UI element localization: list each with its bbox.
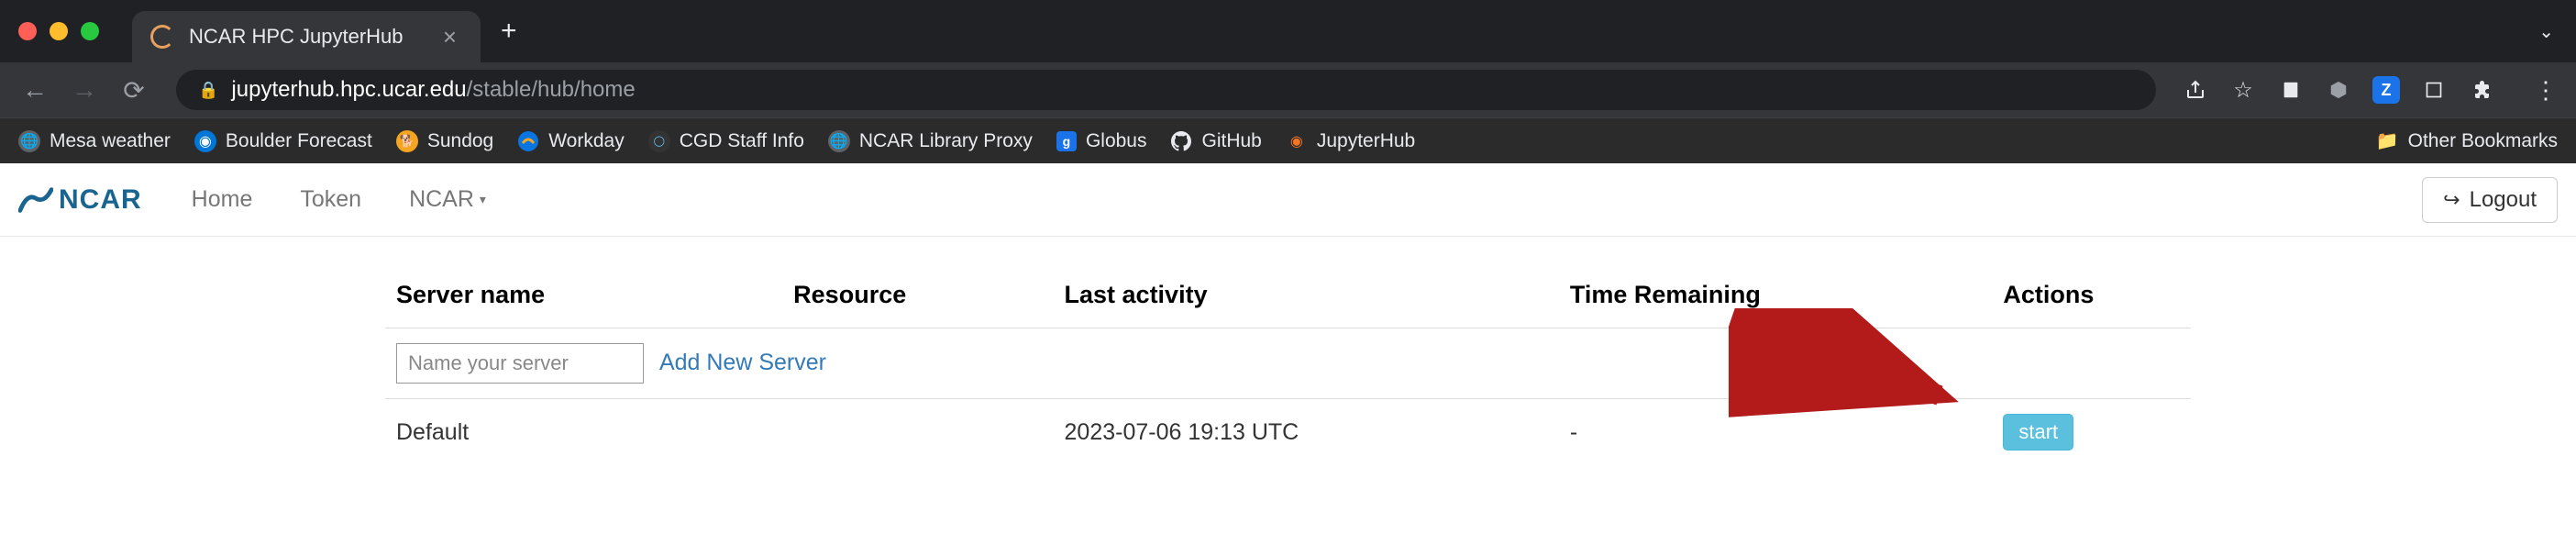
bookmark-cgd-staff[interactable]: ◯ CGD Staff Info xyxy=(648,130,804,152)
table-row: Default 2023-07-06 19:13 UTC - start xyxy=(385,399,2191,466)
tabs-dropdown-icon[interactable]: ⌄ xyxy=(2538,20,2554,43)
cell-actions: start xyxy=(1992,399,2191,466)
tab-favicon-icon xyxy=(150,25,174,49)
window-minimize-button[interactable] xyxy=(50,22,68,40)
window-maximize-button[interactable] xyxy=(81,22,99,40)
bookmark-boulder-forecast[interactable]: ◉ Boulder Forecast xyxy=(194,130,372,152)
zoom-extension-icon[interactable]: Z xyxy=(2372,76,2400,104)
nav-back-button[interactable]: ← xyxy=(18,75,51,105)
bookmark-sundog[interactable]: 🐕 Sundog xyxy=(396,130,493,152)
extension-square-icon[interactable] xyxy=(2420,76,2448,104)
extension-page-icon[interactable] xyxy=(2277,76,2305,104)
bookmark-label: Boulder Forecast xyxy=(226,130,372,152)
browser-tab-strip: NCAR HPC JupyterHub × + ⌄ xyxy=(0,0,2576,62)
bookmark-jupyterhub[interactable]: ◉ JupyterHub xyxy=(1286,130,1415,152)
nav-token-link[interactable]: Token xyxy=(276,186,385,213)
url-path: /stable/hub/home xyxy=(467,77,636,103)
sundog-icon: 🐕 xyxy=(396,130,418,152)
bookmark-mesa-weather[interactable]: 🌐 Mesa weather xyxy=(18,130,171,152)
new-server-row: Add New Server xyxy=(385,328,2191,399)
bookmarks-bar: 🌐 Mesa weather ◉ Boulder Forecast 🐕 Sund… xyxy=(0,117,2576,163)
bookmark-label: JupyterHub xyxy=(1317,130,1415,152)
cgd-icon: ◯ xyxy=(648,130,670,152)
folder-icon: 📁 xyxy=(2376,129,2399,152)
start-button[interactable]: start xyxy=(2003,414,2073,451)
bookmark-label: CGD Staff Info xyxy=(680,130,804,152)
nav-forward-button[interactable]: → xyxy=(68,75,101,105)
bookmark-label: GitHub xyxy=(1201,130,1261,152)
nav-home-link[interactable]: Home xyxy=(168,186,277,213)
header-time-remaining: Time Remaining xyxy=(1559,264,1993,328)
header-server-name: Server name xyxy=(385,264,782,328)
browser-tab-active[interactable]: NCAR HPC JupyterHub × xyxy=(132,11,481,62)
globus-icon: g xyxy=(1056,131,1077,151)
ncar-logo[interactable]: NCAR xyxy=(18,184,142,216)
bookmark-workday[interactable]: Workday xyxy=(517,130,624,152)
noaa-icon: ◉ xyxy=(194,130,216,152)
bookmark-label: NCAR Library Proxy xyxy=(859,130,1033,152)
jupyter-icon: ◉ xyxy=(1286,130,1308,152)
nav-reload-button[interactable]: ⟳ xyxy=(117,75,150,106)
lock-icon: 🔒 xyxy=(198,81,218,100)
caret-down-icon: ▾ xyxy=(480,192,486,207)
share-icon[interactable] xyxy=(2182,76,2209,104)
window-close-button[interactable] xyxy=(18,22,37,40)
new-tab-button[interactable]: + xyxy=(501,16,517,47)
logo-text: NCAR xyxy=(59,184,142,216)
bookmark-github[interactable]: GitHub xyxy=(1170,130,1261,152)
main-content: Server name Resource Last activity Time … xyxy=(0,237,2576,502)
other-bookmarks-button[interactable]: 📁 Other Bookmarks xyxy=(2376,129,2558,152)
jupyterhub-navbar: NCAR Home Token NCAR ▾ ↪ Logout xyxy=(0,163,2576,237)
header-resource: Resource xyxy=(782,264,1053,328)
cell-resource xyxy=(782,399,1053,466)
bookmark-label: Globus xyxy=(1086,130,1147,152)
ncar-swoosh-icon xyxy=(18,185,53,215)
add-new-server-link[interactable]: Add New Server xyxy=(659,350,826,375)
nav-ncar-dropdown[interactable]: NCAR ▾ xyxy=(385,186,510,213)
extension-cube-icon[interactable] xyxy=(2325,76,2352,104)
globe-icon: 🌐 xyxy=(828,130,850,152)
github-icon xyxy=(1170,130,1192,152)
bookmark-ncar-library[interactable]: 🌐 NCAR Library Proxy xyxy=(828,130,1033,152)
other-bookmarks-label: Other Bookmarks xyxy=(2408,130,2558,152)
bookmark-globus[interactable]: g Globus xyxy=(1056,130,1147,152)
tab-title: NCAR HPC JupyterHub xyxy=(189,25,428,49)
url-input[interactable]: 🔒 jupyterhub.hpc.ucar.edu/stable/hub/hom… xyxy=(176,70,2156,110)
bookmark-star-icon[interactable]: ☆ xyxy=(2229,76,2257,104)
globe-icon: 🌐 xyxy=(18,130,40,152)
header-last-activity: Last activity xyxy=(1054,264,1559,328)
browser-menu-icon[interactable]: ⋮ xyxy=(2534,76,2558,105)
logout-button[interactable]: ↪ Logout xyxy=(2422,177,2558,223)
browser-address-bar: ← → ⟳ 🔒 jupyterhub.hpc.ucar.edu/stable/h… xyxy=(0,62,2576,117)
cell-last-activity: 2023-07-06 19:13 UTC xyxy=(1054,399,1559,466)
server-table: Server name Resource Last activity Time … xyxy=(385,264,2191,465)
workday-icon xyxy=(517,130,539,152)
cell-time-remaining: - xyxy=(1559,399,1993,466)
url-domain: jupyterhub.hpc.ucar.edu xyxy=(231,77,466,103)
header-actions: Actions xyxy=(1992,264,2191,328)
logout-icon: ↪ xyxy=(2443,188,2460,212)
server-name-input[interactable] xyxy=(396,343,644,384)
tab-close-icon[interactable]: × xyxy=(443,23,457,51)
cell-server-name: Default xyxy=(385,399,782,466)
logout-label: Logout xyxy=(2470,187,2537,213)
extensions-puzzle-icon[interactable] xyxy=(2468,76,2495,104)
bookmark-label: Workday xyxy=(548,130,624,152)
dropdown-label: NCAR xyxy=(409,186,474,213)
bookmark-label: Mesa weather xyxy=(50,130,171,152)
bookmark-label: Sundog xyxy=(427,130,493,152)
window-controls xyxy=(18,22,99,40)
